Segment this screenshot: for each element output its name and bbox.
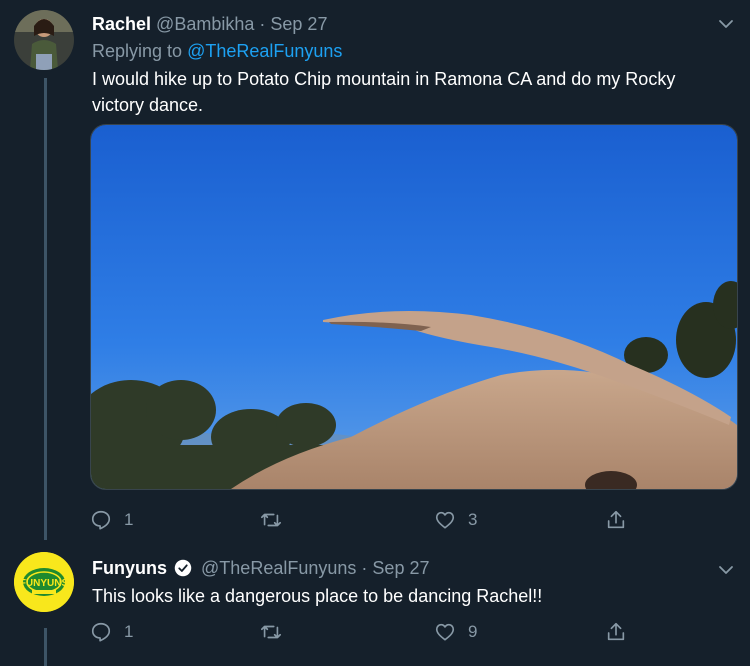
like-count: 3 [468,510,478,529]
chevron-down-icon[interactable] [718,16,734,32]
retweet-button[interactable] [260,507,294,533]
reply-button[interactable]: 1 [90,507,133,533]
share-icon [607,622,625,641]
share-icon [607,510,625,529]
retweet-icon [261,625,281,639]
replying-to-label: Replying to [92,41,183,61]
thread-line [44,78,47,540]
tweet-actions: 1 9 [90,619,650,645]
like-button[interactable]: 3 [434,507,477,533]
replying-to: Replying to @TheRealFunyuns [92,41,342,62]
reply-button[interactable]: 1 [90,619,133,645]
retweet-icon [261,513,281,527]
replying-to-handle[interactable]: @TheRealFunyuns [187,41,342,61]
tweet-photo[interactable] [90,124,738,490]
timestamp[interactable]: Sep 27 [372,558,429,578]
retweet-button[interactable] [260,619,294,645]
tweet-text: This looks like a dangerous place to be … [92,586,543,606]
handle[interactable]: @Bambikha [156,14,254,34]
tweet-text: I would hike up to Potato Chip mountain … [92,69,676,115]
handle[interactable]: @TheRealFunyuns [201,558,356,578]
separator: · [259,14,266,34]
reply-count: 1 [124,622,134,641]
tweet-rachel[interactable]: Rachel @Bambikha · Sep 27 Replying to @T… [0,0,750,540]
display-name[interactable]: Rachel [92,14,151,34]
avatar-logo-text: FUNYUNS [20,578,69,589]
reply-icon [91,622,111,642]
reply-icon [91,510,111,530]
like-button[interactable]: 9 [434,619,477,645]
tweet-header: Rachel @Bambikha · Sep 27 [92,14,327,35]
avatar[interactable] [14,10,74,70]
chevron-down-icon[interactable] [718,562,734,578]
heart-icon [435,623,455,641]
timestamp[interactable]: Sep 27 [270,14,327,34]
verified-badge-icon [174,559,192,577]
display-name[interactable]: Funyuns [92,558,167,578]
like-count: 9 [468,622,478,641]
share-button[interactable] [605,507,627,533]
share-button[interactable] [605,619,627,645]
tweet-funyuns[interactable]: FUNYUNS Funyuns @TheRealFunyuns · Sep 27… [0,540,750,666]
tweet-actions: 1 3 [90,507,650,533]
reply-count: 1 [124,510,134,529]
avatar-funyuns-logo[interactable]: FUNYUNS [14,552,74,612]
separator: · [361,558,368,578]
thread-line [44,628,47,666]
heart-icon [435,511,455,529]
tweet-header: Funyuns @TheRealFunyuns · Sep 27 [92,558,429,579]
